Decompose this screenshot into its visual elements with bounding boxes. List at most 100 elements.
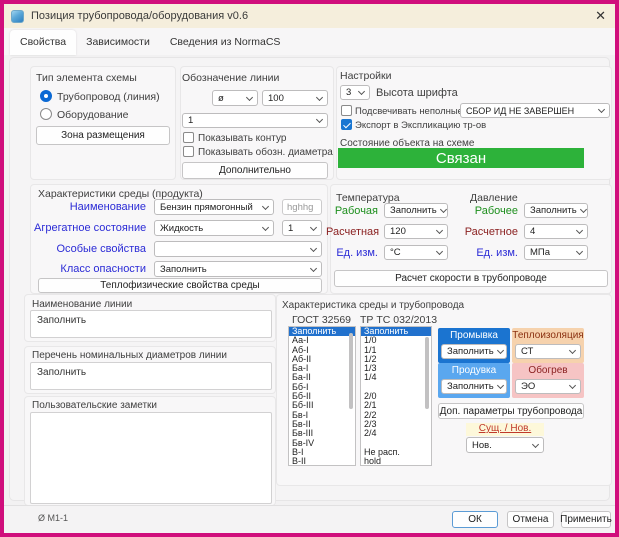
flushing-value: Заполнить (447, 346, 494, 357)
hazard-class-label: Класс опасности (34, 263, 146, 275)
temp-working-value: Заполнить (390, 205, 437, 216)
chevron-down-icon (576, 227, 583, 234)
radio-equipment-label[interactable]: Оборудование (57, 109, 128, 121)
close-icon[interactable]: ✕ (595, 8, 606, 24)
medium-name-combo[interactable]: Бензин прямогонный (154, 199, 274, 215)
window-title: Позиция трубопровода/оборудования v0.6 (31, 10, 248, 22)
thermophysical-button[interactable]: Теплофизические свойства среды (38, 278, 322, 293)
tab-properties[interactable]: Свойства (10, 30, 76, 55)
radio-equipment[interactable] (40, 108, 52, 120)
flushing-combo[interactable]: Заполнить (441, 344, 507, 359)
line-number-combo[interactable]: 1 (182, 113, 328, 128)
radio-pipeline-label[interactable]: Трубопровод (линия) (57, 91, 160, 103)
app-icon (11, 10, 24, 23)
special-properties-combo[interactable] (154, 241, 322, 257)
font-height-combo[interactable]: 3 (340, 85, 370, 100)
temp-working-combo[interactable]: Заполнить (384, 203, 448, 218)
aggregate-index-combo[interactable]: 1 (282, 220, 322, 236)
insulation-combo[interactable]: СТ (515, 344, 581, 359)
show-contour-label[interactable]: Показывать контур (198, 133, 286, 144)
dialog-window: Позиция трубопровода/оборудования v0.6 ✕… (0, 0, 619, 537)
export-explication-label[interactable]: Экспорт в Экспликацию тр-ов (355, 120, 486, 131)
purge-combo[interactable]: Заполнить (441, 379, 507, 394)
pressure-title: Давление (470, 192, 518, 204)
diameter-combo[interactable]: 100 (262, 90, 328, 106)
gost-listbox[interactable]: ЗаполнитьАа-IАб-IАб-IIБа-IБа-IIБб-IБб-II… (288, 326, 356, 466)
line-name-textarea[interactable]: Заполнить (30, 310, 272, 338)
list-item[interactable]: 2/4 (361, 429, 431, 438)
tab-normacs[interactable]: Сведения из NormaCS (160, 30, 291, 55)
insulation-label: Теплоизоляция (512, 330, 584, 341)
id-status-value: СБОР ИД НЕ ЗАВЕРШЕН (466, 106, 574, 116)
font-height-label: Высота шрифта (376, 87, 458, 99)
user-notes-textarea[interactable] (30, 412, 272, 504)
more-button[interactable]: Дополнительно (182, 162, 328, 179)
id-status-combo[interactable]: СБОР ИД НЕ ЗАВЕРШЕН (460, 103, 610, 118)
heating-combo[interactable]: ЭО (515, 379, 581, 394)
export-explication-checkbox[interactable] (341, 119, 352, 130)
chevron-down-icon (576, 248, 583, 255)
aggregate-state-value: Жидкость (160, 223, 203, 234)
temp-design-label: Расчетная (326, 226, 378, 238)
purge-value: Заполнить (447, 381, 494, 392)
gost-list-label: ГОСТ 32569 (292, 314, 351, 326)
line-designation-title: Обозначение линии (182, 72, 279, 84)
show-contour-checkbox[interactable] (183, 132, 194, 143)
pressure-unit-label: Ед. изм. (460, 247, 518, 259)
tab-dependencies[interactable]: Зависимости (76, 30, 160, 55)
speed-calc-button[interactable]: Расчет скорости в трубопроводе (334, 270, 608, 287)
special-properties-label: Особые свойства (34, 243, 146, 255)
diameter-symbol-combo[interactable]: ø (212, 90, 258, 106)
heating-value: ЭО (521, 381, 535, 392)
exist-new-combo[interactable]: Нов. (466, 437, 544, 453)
chevron-down-icon (532, 440, 539, 447)
ok-button[interactable]: ОК (452, 511, 498, 528)
chevron-down-icon (262, 202, 269, 209)
diameters-textarea[interactable]: Заполнить (30, 362, 272, 390)
pressure-working-label: Рабочее (460, 205, 518, 217)
title-bar: Позиция трубопровода/оборудования v0.6 (4, 4, 615, 28)
hazard-class-combo[interactable]: Заполнить (154, 261, 322, 277)
pressure-working-value: Заполнить (530, 205, 577, 216)
line-name-label: Наименование линии (32, 299, 132, 310)
trts-listbox[interactable]: Заполнить1/01/11/21/31/42/02/12/22/32/4Н… (360, 326, 432, 466)
pressure-design-combo[interactable]: 4 (524, 224, 588, 239)
radio-pipeline[interactable] (40, 90, 52, 102)
chevron-down-icon (316, 116, 323, 123)
placement-zone-button[interactable]: Зона размещения (36, 126, 170, 145)
pressure-working-combo[interactable]: Заполнить (524, 203, 588, 218)
show-diameter-label[interactable]: Показывать обозн. диаметра (198, 147, 333, 158)
footer-status: Ø М1-1 (38, 513, 68, 523)
chevron-down-icon (310, 244, 317, 251)
chevron-down-icon (569, 347, 576, 354)
cancel-button[interactable]: Отмена (507, 511, 554, 528)
list-item[interactable]: 1/4 (361, 373, 431, 382)
aggregate-state-label: Агрегатное состояние (34, 222, 146, 234)
list-item[interactable]: hold (361, 457, 431, 466)
chevron-down-icon (436, 248, 443, 255)
apply-button[interactable]: Применить (561, 511, 611, 528)
aggregate-state-combo[interactable]: Жидкость (154, 220, 274, 236)
highlight-incomplete-checkbox[interactable] (341, 105, 352, 116)
flushing-label: Промывка (438, 330, 510, 341)
insulation-value: СТ (521, 346, 533, 357)
line-number-value: 1 (188, 115, 193, 126)
trts-list-scrollbar[interactable] (425, 337, 429, 409)
element-type-title: Тип элемента схемы (36, 72, 137, 84)
gost-list-scrollbar[interactable] (349, 333, 353, 409)
user-notes-label: Пользовательские заметки (32, 400, 157, 411)
list-item[interactable]: В-II (289, 457, 355, 466)
temp-unit-combo[interactable]: °C (384, 245, 448, 260)
extra-pipe-params-button[interactable]: Доп. параметры трубопровода (438, 403, 584, 419)
exist-new-label: Сущ. / Нов. (466, 423, 544, 436)
diameter-value: 100 (268, 93, 284, 104)
diameters-label: Перечень номинальных диаметров линии (32, 350, 227, 361)
show-diameter-checkbox[interactable] (183, 146, 194, 157)
chevron-down-icon (310, 223, 317, 230)
temp-design-combo[interactable]: 120 (384, 224, 448, 239)
heating-label: Обогрев (512, 365, 584, 376)
medium-name-note-field[interactable]: hghhg (282, 199, 322, 215)
pressure-unit-combo[interactable]: МПа (524, 245, 588, 260)
temp-design-value: 120 (390, 226, 406, 237)
chevron-down-icon (246, 93, 253, 100)
